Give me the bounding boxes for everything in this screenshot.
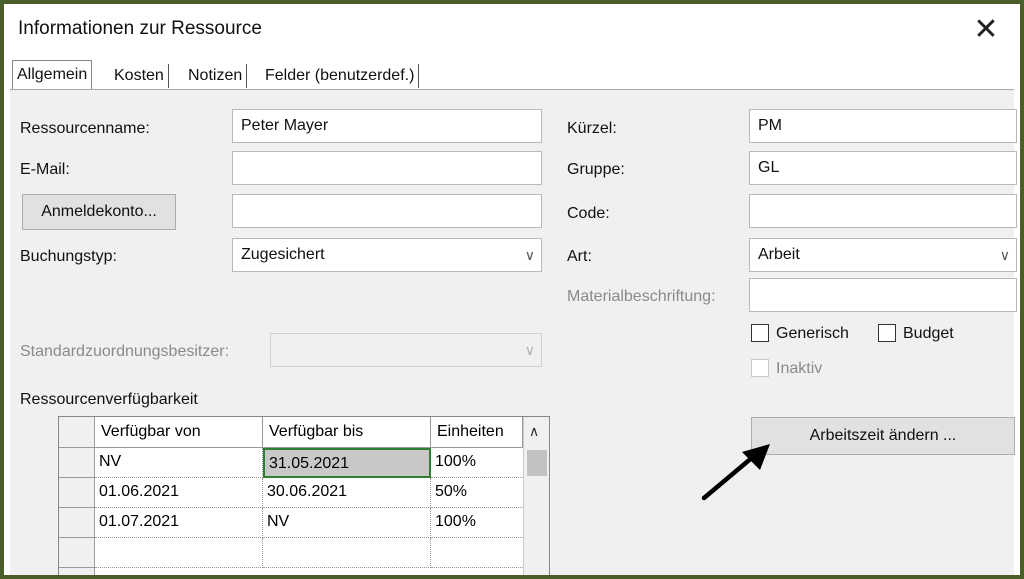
table-cell[interactable]	[95, 538, 263, 568]
row-header[interactable]	[59, 508, 95, 538]
row-header[interactable]	[59, 568, 95, 575]
material-input[interactable]	[749, 278, 1017, 312]
chevron-down-icon: ∨	[524, 247, 535, 263]
resource-name-label: Ressourcenname:	[20, 120, 150, 137]
row-header[interactable]	[59, 538, 95, 568]
short-name-label: Kürzel:	[567, 120, 617, 137]
close-icon[interactable]: ✕	[966, 12, 1006, 52]
chevron-up-icon[interactable]: ∧	[529, 423, 539, 440]
inactive-checkbox	[751, 359, 769, 377]
scrollbar-thumb[interactable]	[527, 450, 547, 476]
group-input[interactable]: GL	[749, 151, 1017, 185]
generic-checkbox[interactable]	[751, 324, 769, 342]
table-cell[interactable]: 01.06.2021	[95, 478, 263, 508]
budget-checkbox[interactable]	[878, 324, 896, 342]
tab-notes[interactable]: Notizen	[184, 64, 248, 88]
table-scrollbar[interactable]: ∧	[523, 417, 549, 575]
tab-strip: Allgemein Kosten Notizen Felder (benutze…	[12, 60, 1012, 91]
resource-name-input[interactable]: Peter Mayer	[232, 109, 542, 143]
table-cell[interactable]: 100%	[431, 448, 523, 478]
table-cell[interactable]: 100%	[431, 508, 523, 538]
type-value: Arbeit	[758, 246, 800, 263]
table-cell[interactable]: 30.06.2021	[263, 478, 431, 508]
tab-custom-fields[interactable]: Felder (benutzerdef.)	[261, 64, 420, 88]
change-worktime-button[interactable]: Arbeitszeit ändern ...	[751, 417, 1015, 455]
budget-label: Budget	[903, 325, 954, 342]
column-header[interactable]: Verfügbar bis	[263, 417, 431, 448]
column-header[interactable]: Einheiten	[431, 417, 523, 448]
table-cell[interactable]: 01.07.2021	[95, 508, 263, 538]
chevron-down-icon: ∨	[524, 342, 535, 358]
row-header[interactable]	[59, 478, 95, 508]
table-cell-selected[interactable]: 31.05.2021	[263, 448, 431, 478]
tab-costs[interactable]: Kosten	[110, 64, 169, 88]
material-label: Materialbeschriftung:	[567, 288, 716, 305]
group-label: Gruppe:	[567, 161, 625, 178]
table-cell[interactable]: 50%	[431, 478, 523, 508]
inactive-label: Inaktiv	[776, 360, 823, 377]
table-cell[interactable]	[431, 538, 523, 568]
table-corner	[59, 417, 95, 448]
default-owner-label: Standardzuordnungsbesitzer:	[20, 343, 230, 360]
chevron-down-icon: ∨	[999, 247, 1010, 263]
generic-label: Generisch	[776, 325, 849, 342]
arrow-annotation-icon	[701, 444, 770, 501]
booking-type-select[interactable]: Zugesichert ∨	[232, 238, 542, 272]
type-select[interactable]: Arbeit ∨	[749, 238, 1017, 272]
availability-table[interactable]: Verfügbar von Verfügbar bis Einheiten NV…	[58, 416, 550, 575]
tab-general[interactable]: Allgemein	[12, 60, 93, 91]
general-panel: Ressourcenname: Peter Mayer E-Mail: Anme…	[10, 89, 1017, 575]
resource-info-dialog: Informationen zur Ressource ✕ Allgemein …	[4, 4, 1020, 575]
table-cell[interactable]: NV	[95, 448, 263, 478]
booking-type-value: Zugesichert	[241, 246, 325, 263]
default-owner-select: ∨	[270, 333, 542, 367]
booking-type-label: Buchungstyp:	[20, 248, 117, 265]
email-label: E-Mail:	[20, 161, 70, 178]
code-label: Code:	[567, 205, 610, 222]
short-name-input[interactable]: PM	[749, 109, 1017, 143]
dialog-title: Informationen zur Ressource	[18, 18, 262, 39]
column-header[interactable]: Verfügbar von	[95, 417, 263, 448]
row-header[interactable]	[59, 448, 95, 478]
login-account-button[interactable]: Anmeldekonto...	[22, 194, 176, 230]
table-cell[interactable]	[263, 538, 431, 568]
availability-section-label: Ressourcenverfügbarkeit	[20, 391, 198, 408]
type-label: Art:	[567, 248, 592, 265]
code-input[interactable]	[749, 194, 1017, 228]
email-input[interactable]	[232, 151, 542, 185]
title-bar: Informationen zur Ressource ✕	[4, 4, 1020, 56]
table-cell[interactable]: NV	[263, 508, 431, 538]
login-account-input[interactable]	[232, 194, 542, 228]
